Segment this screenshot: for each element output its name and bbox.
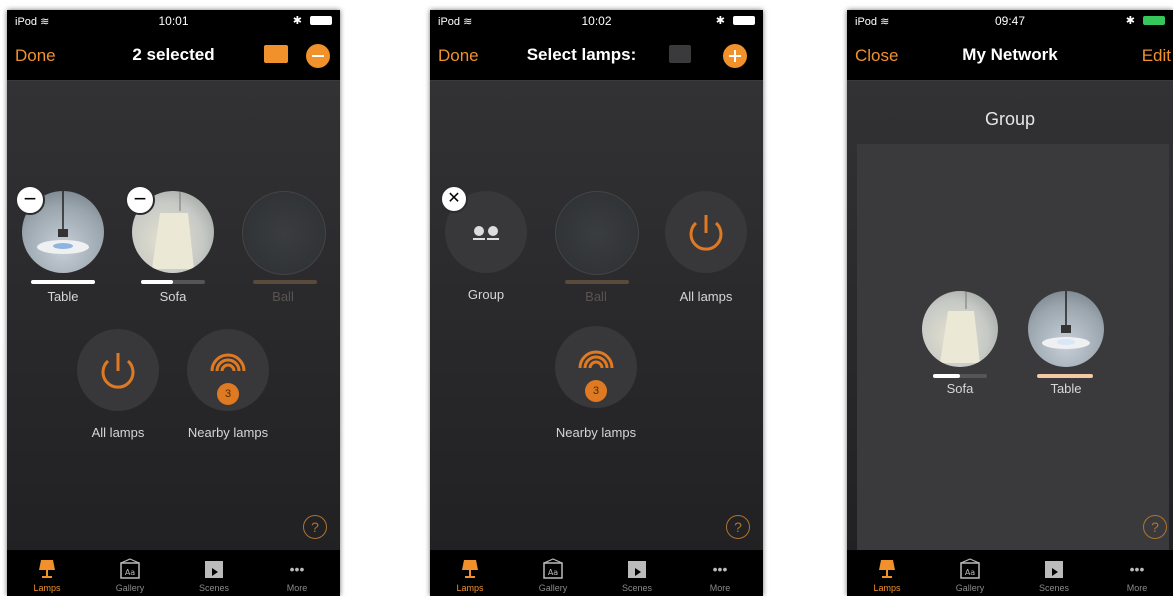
minus-icon xyxy=(312,55,324,57)
lamps-area: − Table − Sofa Ball All lamps 3 Nearby l… xyxy=(7,81,340,550)
clock: 10:02 xyxy=(581,14,612,28)
lamp-ball[interactable] xyxy=(242,191,326,275)
brightness-bar-table[interactable] xyxy=(31,280,95,284)
help-button[interactable]: ? xyxy=(726,515,750,539)
lamp-ball[interactable] xyxy=(555,191,639,275)
svg-text:Aa: Aa xyxy=(965,568,975,577)
clapper-icon xyxy=(205,561,223,578)
tab-scenes[interactable]: Scenes xyxy=(1024,558,1084,593)
page-title: Select lamps: xyxy=(526,45,637,64)
nav-bar: Close My Network Edit xyxy=(847,32,1173,81)
all-lamps-button[interactable] xyxy=(77,329,159,411)
network-area: Group Sofa Table ? xyxy=(847,81,1173,550)
brightness-bar-ball[interactable] xyxy=(565,280,629,284)
screen-selected: iPod ≋ 10:01 ✱ Done 2 selected − Table −… xyxy=(7,10,340,596)
lamp-label-table: Table xyxy=(47,289,79,304)
brightness-bar-sofa[interactable] xyxy=(141,280,205,284)
lamp-tab-icon xyxy=(39,560,55,578)
nearby-count-badge: 3 xyxy=(585,380,607,402)
battery-icon xyxy=(310,16,332,25)
group-panel xyxy=(857,144,1169,550)
brightness-bar-ball[interactable] xyxy=(253,280,317,284)
tab-scenes[interactable]: Scenes xyxy=(184,558,244,593)
battery-icon xyxy=(1143,16,1165,25)
status-bar: iPod ≋ 10:01 ✱ xyxy=(7,10,340,32)
tab-gallery[interactable]: Aa Gallery xyxy=(523,558,583,593)
all-lamps-label: All lamps xyxy=(91,425,145,440)
tab-gallery[interactable]: Aa Gallery xyxy=(100,558,160,593)
tab-gallery[interactable]: Aa Gallery xyxy=(940,558,1000,593)
help-button[interactable]: ? xyxy=(1143,515,1167,539)
remove-button[interactable] xyxy=(306,44,330,68)
delete-group-button[interactable]: ✕ xyxy=(440,185,468,213)
lamp-tab-icon xyxy=(879,560,895,578)
brightness-bar-table[interactable] xyxy=(1037,374,1093,378)
svg-text:Aa: Aa xyxy=(125,568,135,577)
group-title: Group xyxy=(984,109,1036,129)
select-area: ✕ Group Ball All lamps 3 Nearby lamps ? xyxy=(430,81,763,550)
shade-lamp-icon xyxy=(940,291,980,363)
nearby-lamps-label: Nearby lamps xyxy=(187,425,269,440)
power-icon xyxy=(689,215,723,251)
more-icon: ••• xyxy=(712,561,728,577)
power-icon xyxy=(101,353,135,389)
svg-text:Aa: Aa xyxy=(548,568,558,577)
tab-lamps[interactable]: Lamps xyxy=(17,558,77,593)
folder-icon[interactable] xyxy=(264,45,288,63)
screen-select-lamps: iPod ≋ 10:02 ✱ Done Select lamps: ✕ Grou… xyxy=(430,10,763,596)
lamp-tab-icon xyxy=(462,560,478,578)
tab-scenes[interactable]: Scenes xyxy=(607,558,667,593)
tab-more[interactable]: ••• More xyxy=(1107,558,1167,593)
battery-icon xyxy=(733,16,755,25)
clapper-icon xyxy=(628,561,646,578)
status-bar: iPod ≋ 09:47 ✱ xyxy=(847,10,1173,32)
tab-more[interactable]: ••• More xyxy=(690,558,750,593)
status-bar: iPod ≋ 10:02 ✱ xyxy=(430,10,763,32)
all-lamps-label: All lamps xyxy=(679,289,733,304)
page-title: My Network xyxy=(962,45,1058,64)
page-title: 2 selected xyxy=(132,45,215,64)
remove-lamp-sofa-button[interactable]: − xyxy=(125,185,155,215)
add-button[interactable] xyxy=(723,44,747,68)
brightness-bar-sofa[interactable] xyxy=(933,374,987,378)
gallery-icon: Aa xyxy=(543,558,563,579)
pendant-lamp-icon xyxy=(1042,291,1090,349)
gallery-icon: Aa xyxy=(120,558,140,579)
bluetooth-icon: ✱ xyxy=(715,15,725,27)
screen-my-network: iPod ≋ 09:47 ✱ Close My Network Edit Gro… xyxy=(847,10,1173,596)
edit-button[interactable]: Edit xyxy=(1142,46,1171,66)
tab-more[interactable]: ••• More xyxy=(267,558,327,593)
tab-lamps[interactable]: Lamps xyxy=(857,558,917,593)
group-label: Group xyxy=(467,287,505,302)
nearby-lamps-label: Nearby lamps xyxy=(555,425,637,440)
bluetooth-icon: ✱ xyxy=(292,15,302,27)
more-icon: ••• xyxy=(1129,561,1145,577)
lamp-label-sofa: Sofa xyxy=(946,381,974,396)
lamp-label-ball: Ball xyxy=(585,289,607,304)
tab-lamps[interactable]: Lamps xyxy=(440,558,500,593)
lamp-sofa[interactable] xyxy=(922,291,998,367)
nav-bar: Done 2 selected xyxy=(7,32,340,81)
more-icon: ••• xyxy=(289,561,305,577)
all-lamps-button[interactable] xyxy=(665,191,747,273)
lamp-label-table: Table xyxy=(1050,381,1082,396)
tab-bar: Lamps Aa Gallery Scenes ••• More xyxy=(430,550,763,596)
nearby-count-badge: 3 xyxy=(217,383,239,405)
nav-bar: Done Select lamps: xyxy=(430,32,763,81)
folder-icon[interactable] xyxy=(669,45,691,63)
clock: 10:01 xyxy=(158,14,189,28)
gallery-icon: Aa xyxy=(960,558,980,579)
remove-lamp-table-button[interactable]: − xyxy=(15,185,45,215)
tab-bar: Lamps Aa Gallery Scenes ••• More xyxy=(7,550,340,596)
lamp-label-sofa: Sofa xyxy=(159,289,187,304)
tab-bar: Lamps Aa Gallery Scenes ••• More xyxy=(847,550,1173,596)
lamp-label-ball: Ball xyxy=(272,289,294,304)
clapper-icon xyxy=(1045,561,1063,578)
bluetooth-icon: ✱ xyxy=(1125,15,1135,27)
clock: 09:47 xyxy=(994,14,1026,28)
lamp-table[interactable] xyxy=(1028,291,1104,367)
help-button[interactable]: ? xyxy=(303,515,327,539)
